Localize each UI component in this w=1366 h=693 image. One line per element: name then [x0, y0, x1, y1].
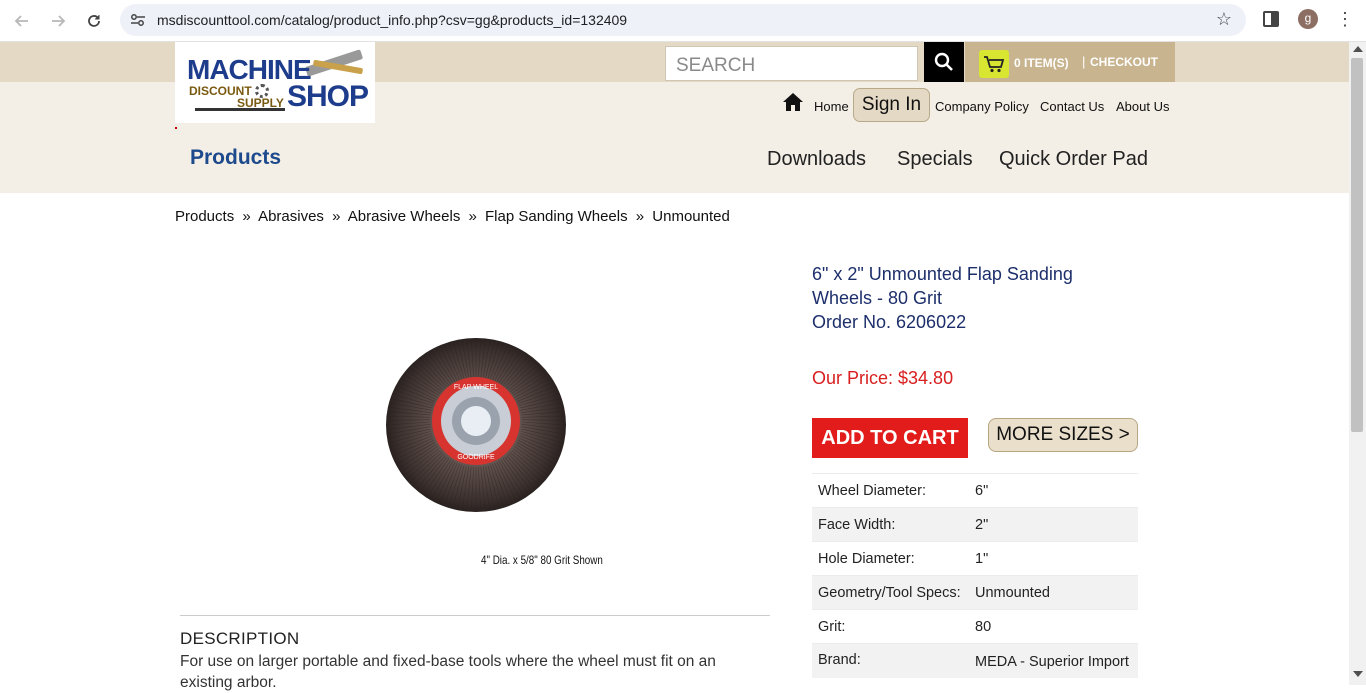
- spec-key: Hole Diameter:: [812, 541, 969, 576]
- breadcrumb-abrasives[interactable]: Abrasives: [258, 208, 324, 225]
- breadcrumb-separator: »: [332, 208, 341, 225]
- scrollbar-thumb[interactable]: [1351, 58, 1363, 432]
- spec-key: Wheel Diameter:: [812, 473, 969, 508]
- spec-row: Brand: MEDA - Superior Import: [812, 643, 1138, 678]
- spec-value: 1": [969, 541, 1138, 576]
- sign-in-button[interactable]: Sign In: [853, 88, 930, 122]
- wheel-label-bottom: GOODRIFE: [457, 454, 495, 461]
- spec-row: Grit: 80: [812, 609, 1138, 644]
- spec-table: Wheel Diameter: 6" Face Width: 2" Hole Dia…: [812, 473, 1138, 678]
- spec-key: Grit:: [812, 609, 969, 644]
- browser-menu-icon[interactable]: ⋮: [1336, 9, 1354, 29]
- spec-row: Hole Diameter: 1": [812, 541, 1138, 576]
- products-menu[interactable]: Products: [190, 146, 281, 170]
- checkout-link[interactable]: CHECKOUT: [1090, 55, 1158, 69]
- product-price: Our Price: $34.80: [812, 368, 954, 388]
- specials-link[interactable]: Specials: [897, 148, 973, 171]
- search-button[interactable]: [924, 42, 964, 82]
- cart-area: 0 ITEM(S) | CHECKOUT: [965, 42, 1175, 82]
- spec-row: Wheel Diameter: 6": [812, 473, 1138, 508]
- breadcrumb-abrasive-wheels[interactable]: Abrasive Wheels: [348, 208, 461, 225]
- spec-row: Face Width: 2": [812, 507, 1138, 542]
- spec-value: MEDA - Superior Import: [969, 643, 1138, 678]
- breadcrumb-flap-sanding-wheels[interactable]: Flap Sanding Wheels: [485, 208, 628, 225]
- site-logo[interactable]: MACHINE DISCOUNT SUPPLY SHOP: [175, 42, 375, 123]
- cart-icon[interactable]: [979, 50, 1009, 78]
- nav-about-us[interactable]: About Us: [1116, 99, 1169, 114]
- browser-toolbar: msdiscounttool.com/catalog/product_info.…: [0, 0, 1366, 42]
- search-icon: [934, 52, 953, 71]
- spec-value: 6": [969, 473, 1138, 508]
- breadcrumb-products[interactable]: Products: [175, 208, 234, 225]
- quick-order-pad-link[interactable]: Quick Order Pad: [999, 148, 1148, 171]
- order-number: Order No. 6206022: [812, 312, 967, 332]
- breadcrumb-separator: »: [635, 208, 645, 225]
- description-heading: DESCRIPTION: [180, 629, 300, 648]
- nav-contact-us[interactable]: Contact Us: [1040, 99, 1104, 114]
- site-info-icon[interactable]: [129, 11, 147, 29]
- breadcrumb-separator: »: [242, 208, 251, 225]
- url-text[interactable]: msdiscounttool.com/catalog/product_info.…: [157, 12, 627, 28]
- spec-value: 80: [969, 609, 1138, 644]
- spec-value: Unmounted: [969, 575, 1138, 610]
- add-to-cart-button[interactable]: ADD TO CART: [812, 418, 968, 458]
- breadcrumb-separator: »: [468, 208, 477, 225]
- logo-shop-text: SHOP: [287, 80, 369, 113]
- page-scrollbar[interactable]: [1349, 42, 1366, 685]
- reload-icon[interactable]: [80, 7, 108, 35]
- scroll-down-arrow-icon[interactable]: [1353, 671, 1363, 677]
- more-sizes-button[interactable]: MORE SIZES >: [988, 418, 1138, 452]
- scroll-up-arrow-icon[interactable]: [1353, 46, 1363, 52]
- product-title: 6" x 2" Unmounted Flap Sanding Wheels - …: [812, 262, 1122, 334]
- cart-item-count[interactable]: 0 ITEM(S): [1014, 56, 1069, 70]
- logo-ruler-graphic: [195, 108, 285, 111]
- downloads-link[interactable]: Downloads: [767, 148, 866, 171]
- decorative-dot: [175, 127, 177, 129]
- spec-key: Geometry/Tool Specs:: [812, 575, 969, 610]
- breadcrumb-unmounted[interactable]: Unmounted: [652, 208, 730, 225]
- spec-key: Face Width:: [812, 507, 969, 542]
- breadcrumb: Products » Abrasives » Abrasive Wheels »…: [175, 208, 730, 225]
- product-title-line2: Wheels - 80 Grit: [812, 288, 943, 308]
- nav-home[interactable]: Home: [814, 99, 849, 114]
- side-panel-icon[interactable]: [1263, 11, 1279, 27]
- search-input[interactable]: SEARCH: [665, 46, 918, 81]
- wheel-label-top: FLAP WHEEL: [454, 384, 498, 391]
- back-arrow-icon[interactable]: [8, 7, 36, 35]
- home-icon[interactable]: [782, 92, 804, 112]
- description-text: For use on larger portable and fixed-bas…: [180, 653, 716, 691]
- product-title-line1: 6" x 2" Unmounted Flap Sanding: [812, 264, 1073, 284]
- site-header: MACHINE DISCOUNT SUPPLY SHOP SEARCH 0 IT…: [0, 42, 1349, 193]
- nav-company-policy[interactable]: Company Policy: [935, 99, 1029, 114]
- bookmark-star-icon[interactable]: ☆: [1216, 9, 1232, 30]
- product-image[interactable]: FLAP WHEEL GOODRIFE: [385, 337, 567, 517]
- profile-avatar[interactable]: g: [1298, 9, 1318, 29]
- spec-key: Brand:: [812, 643, 969, 678]
- spec-value: 2": [969, 507, 1138, 542]
- forward-arrow-icon[interactable]: [44, 7, 72, 35]
- address-bar[interactable]: msdiscounttool.com/catalog/product_info.…: [120, 4, 1246, 36]
- spec-row: Geometry/Tool Specs: Unmounted: [812, 575, 1138, 610]
- image-caption: 4" Dia. x 5/8" 80 Grit Shown: [481, 553, 603, 567]
- cart-separator: |: [1082, 54, 1086, 69]
- divider: [180, 615, 770, 616]
